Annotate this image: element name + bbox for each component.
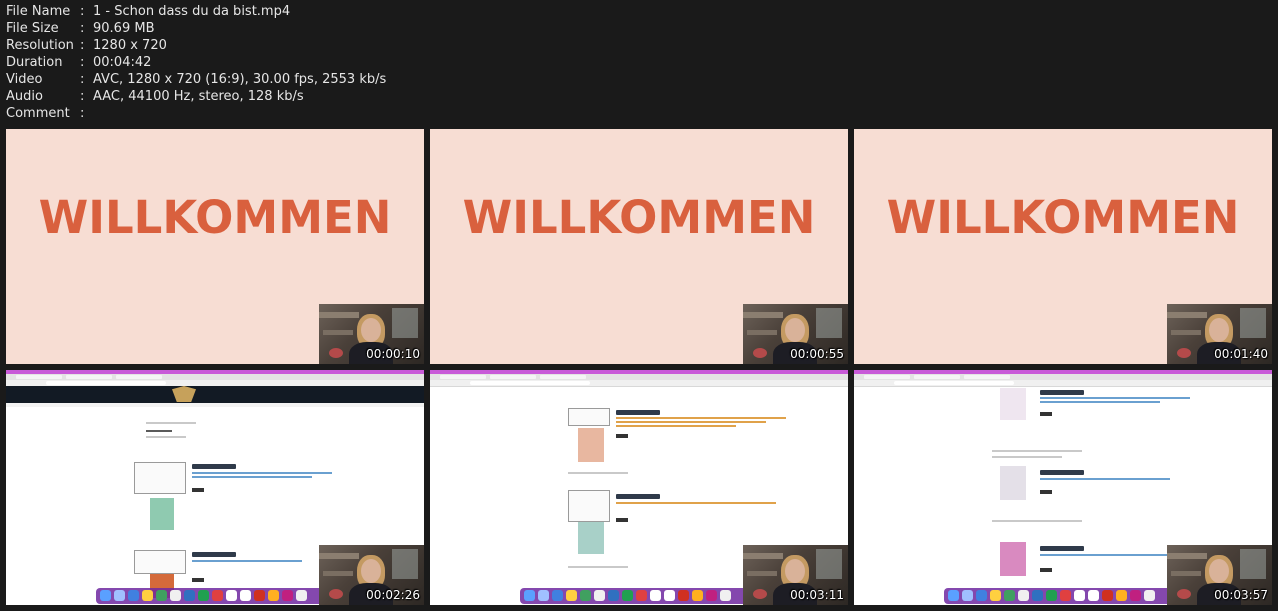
book-cover-image[interactable] <box>1000 388 1026 420</box>
book-cover-image[interactable] <box>1000 466 1026 500</box>
site-header <box>6 386 424 403</box>
meta-row-file-name: File Name : 1 - Schon dass du da bist.mp… <box>6 3 386 20</box>
thumbnail-timestamp: 00:03:57 <box>1214 588 1268 602</box>
meta-colon: : <box>80 72 85 87</box>
status-badge <box>1040 546 1084 551</box>
thumbnail-timestamp: 00:00:55 <box>790 347 844 361</box>
meta-value: 1280 x 720 <box>93 38 167 53</box>
meta-row-video: Video : AVC, 1280 x 720 (16:9), 30.00 fp… <box>6 71 386 88</box>
dock <box>944 588 1176 604</box>
meta-value: AAC, 44100 Hz, stereo, 128 kb/s <box>93 89 304 104</box>
video-thumbnail[interactable]: WILLKOMMEN 00:00:10 <box>6 129 424 364</box>
address-bar <box>854 380 1272 387</box>
meta-value: 1 - Schon dass du da bist.mp4 <box>93 4 291 19</box>
status-badge <box>1040 470 1084 475</box>
meta-colon: : <box>80 55 85 70</box>
meta-row-comment: Comment : <box>6 105 386 122</box>
meta-colon: : <box>80 38 85 53</box>
status-badge <box>616 494 660 499</box>
product-card[interactable] <box>568 490 610 522</box>
book-cover-image[interactable] <box>578 522 604 554</box>
meta-row-resolution: Resolution : 1280 x 720 <box>6 37 386 54</box>
meta-colon: : <box>80 4 85 19</box>
meta-key: File Name <box>6 4 71 19</box>
address-bar <box>430 380 848 387</box>
dock <box>520 588 752 604</box>
video-thumbnail[interactable]: WILLKOMMEN 00:00:55 <box>430 129 848 364</box>
file-metadata: File Name : 1 - Schon dass du da bist.mp… <box>6 3 386 122</box>
video-thumbnail[interactable]: WILLKOMMEN 00:01:40 <box>854 129 1272 364</box>
thumbnail-timestamp: 00:01:40 <box>1214 347 1268 361</box>
product-card[interactable] <box>568 408 610 426</box>
meta-value: AVC, 1280 x 720 (16:9), 30.00 fps, 2553 … <box>93 72 387 87</box>
meta-colon: : <box>80 106 85 121</box>
meta-key: Resolution <box>6 38 74 53</box>
thumbnail-timestamp: 00:00:10 <box>366 347 420 361</box>
thumbnail-timestamp: 00:02:26 <box>366 588 420 602</box>
product-card[interactable] <box>134 462 186 494</box>
meta-row-audio: Audio : AAC, 44100 Hz, stereo, 128 kb/s <box>6 88 386 105</box>
meta-value: 90.69 MB <box>93 21 155 36</box>
meta-key: Comment <box>6 106 70 121</box>
slide-title: WILLKOMMEN <box>38 191 392 244</box>
video-thumbnail[interactable]: 00:03:11 <box>430 370 848 605</box>
site-nav <box>6 403 424 407</box>
book-cover-image[interactable] <box>578 428 604 462</box>
book-cover-image[interactable] <box>150 498 174 530</box>
meta-key: Video <box>6 72 43 87</box>
video-thumbnail[interactable]: 00:02:26 <box>6 370 424 605</box>
status-badge <box>1040 390 1084 395</box>
meta-value: 00:04:42 <box>93 55 152 70</box>
thumbnail-timestamp: 00:03:11 <box>790 588 844 602</box>
dock <box>96 588 328 604</box>
status-badge <box>616 410 660 415</box>
meta-key: Audio <box>6 89 43 104</box>
slide-title: WILLKOMMEN <box>462 191 816 244</box>
video-thumbnail[interactable]: 00:03:57 <box>854 370 1272 605</box>
product-card[interactable] <box>134 550 186 574</box>
status-badge <box>192 552 236 557</box>
book-cover-image[interactable] <box>1000 542 1026 576</box>
meta-colon: : <box>80 89 85 104</box>
meta-row-duration: Duration : 00:04:42 <box>6 54 386 71</box>
status-badge <box>192 464 236 469</box>
meta-colon: : <box>80 21 85 36</box>
meta-key: File Size <box>6 21 59 36</box>
meta-key: Duration <box>6 55 63 70</box>
logo-icon <box>172 386 196 402</box>
meta-row-file-size: File Size : 90.69 MB <box>6 20 386 37</box>
slide-title: WILLKOMMEN <box>886 191 1240 244</box>
